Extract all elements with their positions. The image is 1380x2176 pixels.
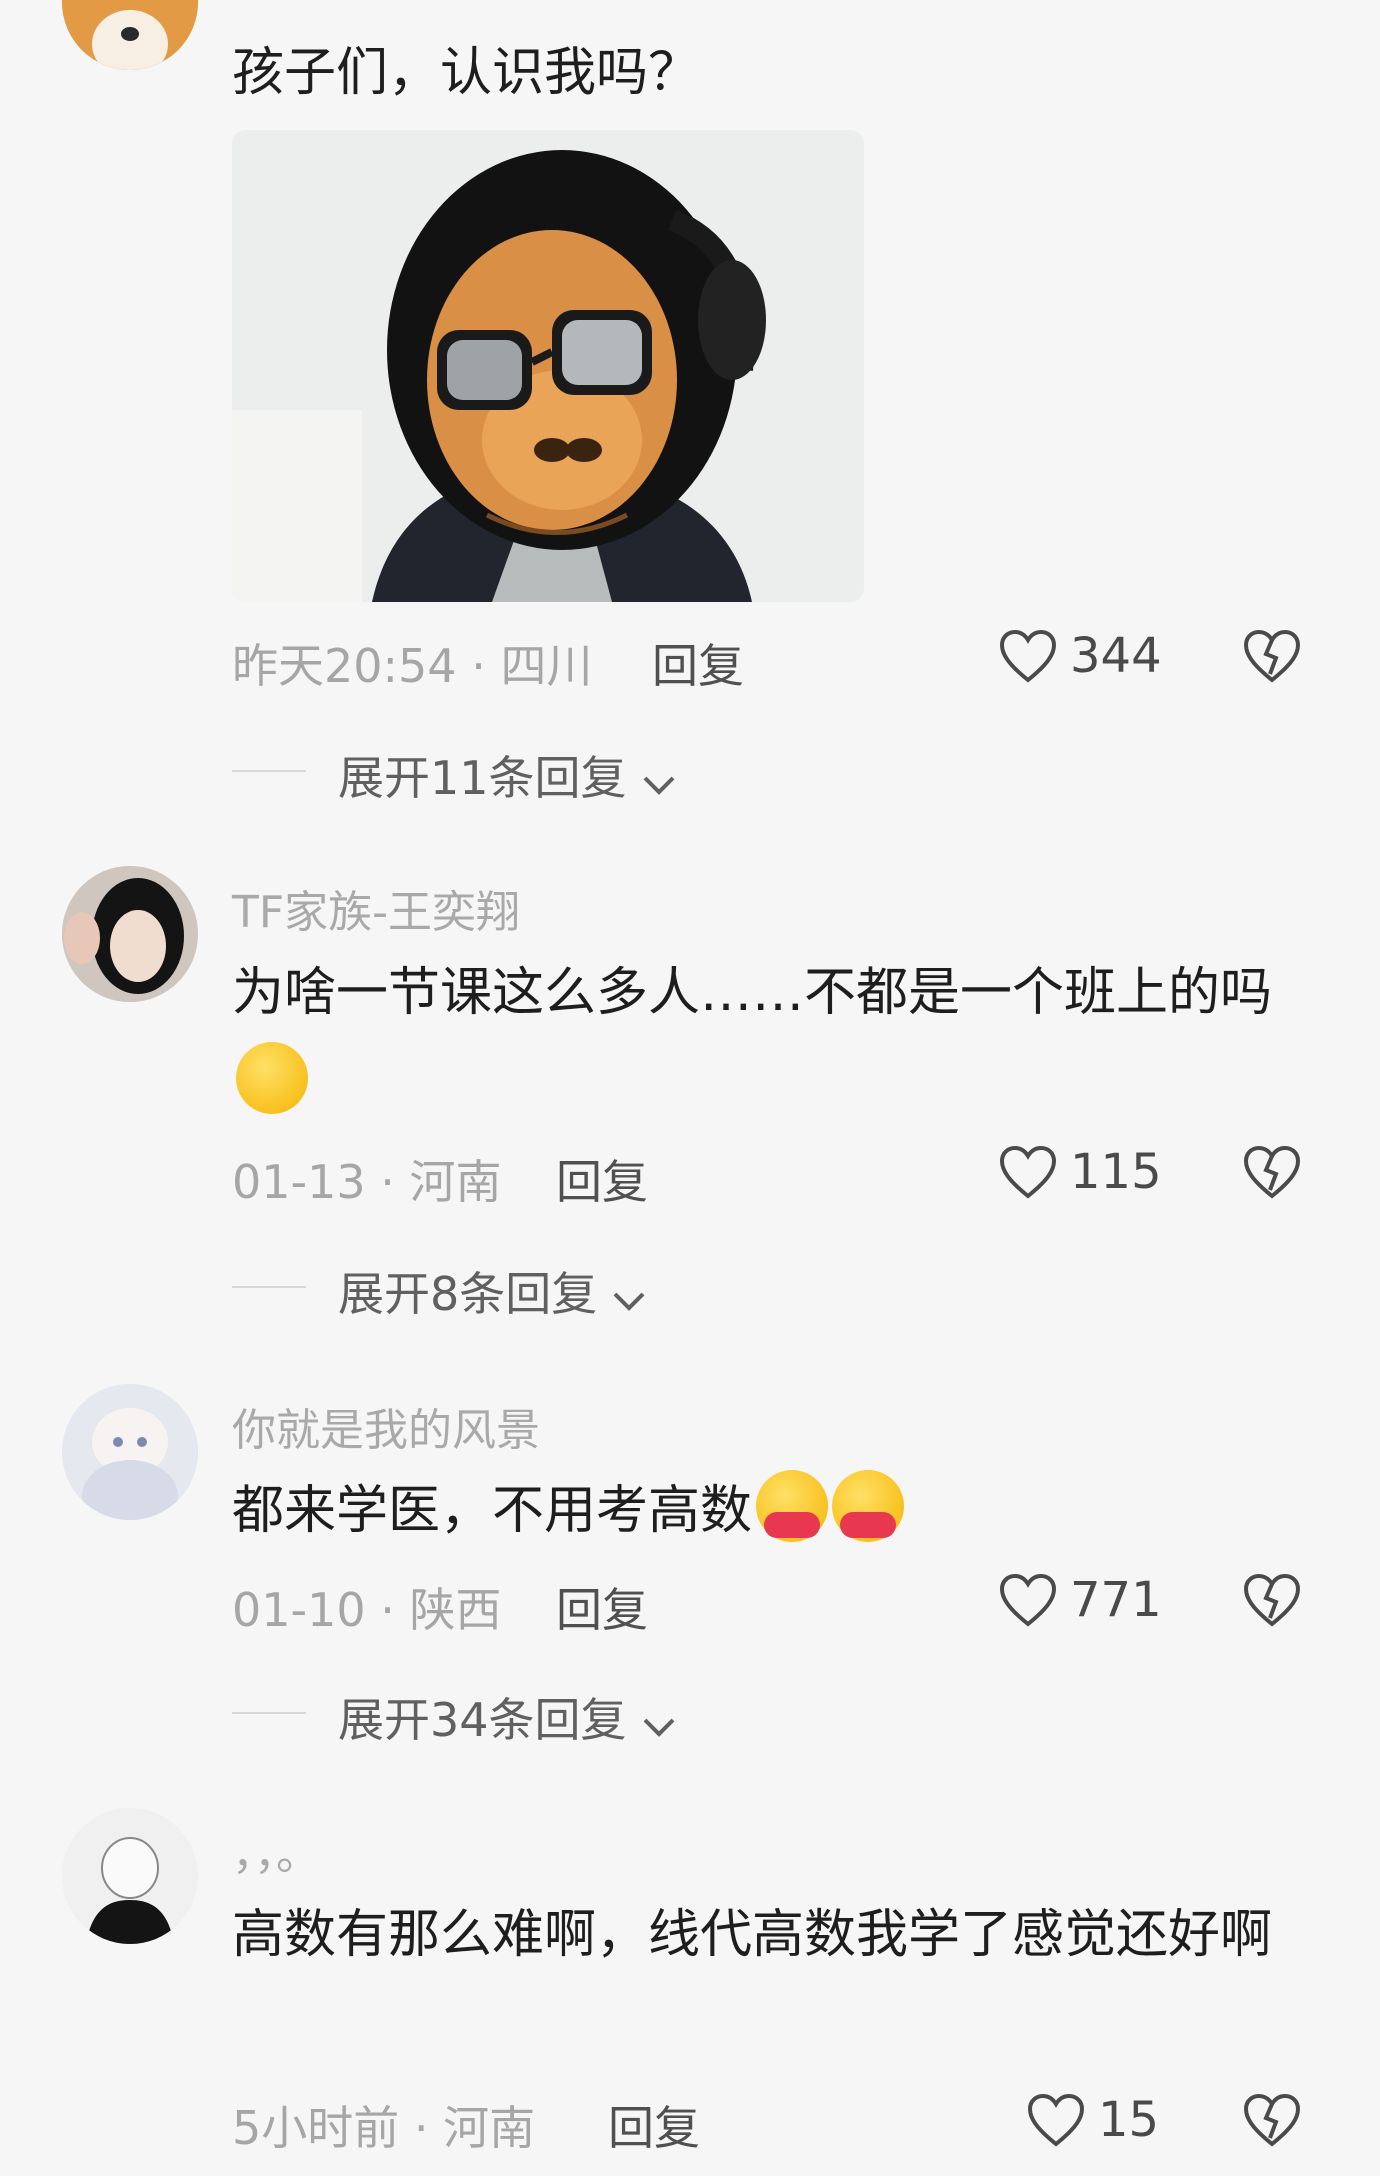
avatar[interactable] (62, 1384, 198, 1520)
comment-text: 为啥一节课这么多人……不都是一个班上的吗 (232, 948, 1302, 1128)
expand-replies-label: 展开34条回复 (338, 1693, 627, 1747)
heart-outline-icon[interactable] (998, 1144, 1058, 1200)
heart-outline-icon[interactable] (998, 1572, 1058, 1628)
avatar[interactable] (62, 0, 198, 70)
broken-heart-icon[interactable] (1242, 628, 1302, 684)
username[interactable]: TF家族-王奕翔 (232, 876, 520, 940)
heart-outline-icon[interactable] (998, 628, 1058, 684)
like-count: 344 (1070, 628, 1162, 684)
chevron-down-icon (611, 1271, 647, 1325)
comment-meta: 01-13 · 河南 (232, 1146, 502, 1212)
comment-meta: 01-10 · 陕西 (232, 1574, 502, 1640)
broken-heart-icon[interactable] (1242, 1144, 1302, 1200)
comment-time: 5小时前 (232, 2101, 400, 2155)
meta-separator: · (365, 1155, 410, 1209)
comment-meta: 昨天20:54 · 四川 (232, 630, 592, 696)
avatar[interactable] (62, 866, 198, 1002)
reply-button[interactable]: 回复 (652, 630, 744, 696)
chevron-down-icon (641, 1697, 677, 1751)
crying-emoji-icon (236, 1042, 308, 1114)
comment-time: 01-13 (232, 1155, 366, 1209)
comment-time: 01-10 (232, 1583, 366, 1637)
expand-replies-label: 展开11条回复 (338, 751, 627, 805)
like-count: 115 (1070, 1144, 1162, 1200)
reply-button[interactable]: 回复 (556, 1574, 648, 1640)
hugging-emoji-icon (832, 1470, 905, 1542)
meta-separator: · (399, 2101, 444, 2155)
meta-separator: · (456, 639, 501, 693)
comment-text: 高数有那么难啊，线代高数我学了感觉还好啊 (232, 1905, 1273, 1965)
expand-replies-button[interactable]: 展开8条回复 (338, 1258, 647, 1325)
username[interactable]: ，，。 (232, 1818, 320, 1882)
broken-heart-icon[interactable] (1242, 2092, 1302, 2148)
comment-text: 孩子们，认识我吗？ (232, 43, 701, 103)
broken-heart-icon[interactable] (1242, 1572, 1302, 1628)
expand-replies-button[interactable]: 展开11条回复 (338, 742, 677, 809)
reply-button[interactable]: 回复 (608, 2092, 700, 2158)
like-count: 15 (1098, 2092, 1160, 2148)
reply-button[interactable]: 回复 (556, 1146, 648, 1212)
comment-meta: 5小时前 · 河南 (232, 2092, 535, 2158)
comment-location: 河南 (409, 1155, 502, 1209)
expand-replies-label: 展开8条回复 (338, 1267, 598, 1321)
avatar[interactable] (62, 1808, 198, 1944)
comment-text: 都来学医，不用考高数 (232, 1466, 1302, 1556)
chevron-down-icon (641, 755, 677, 809)
username[interactable]: 你就是我的风景 (232, 1394, 540, 1458)
comment-time: 昨天20:54 (232, 639, 457, 693)
divider (232, 770, 306, 772)
comment-image[interactable] (232, 130, 864, 602)
comment-location: 四川 (500, 639, 593, 693)
like-count: 771 (1070, 1572, 1162, 1628)
divider (232, 1712, 306, 1714)
expand-replies-button[interactable]: 展开34条回复 (338, 1684, 677, 1751)
heart-outline-icon[interactable] (1026, 2092, 1086, 2148)
comment-location: 河南 (443, 2101, 536, 2155)
meta-separator: · (365, 1583, 410, 1637)
divider (232, 1286, 306, 1288)
comment-location: 陕西 (409, 1583, 502, 1637)
hugging-emoji-icon (756, 1470, 829, 1542)
